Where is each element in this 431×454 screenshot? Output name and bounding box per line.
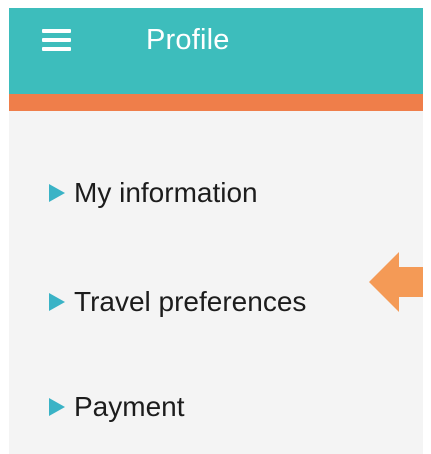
menu-item-payment[interactable]: Payment	[49, 387, 185, 427]
triangle-right-icon	[49, 184, 65, 202]
page-title: Profile	[146, 24, 230, 56]
menu-item-travel-preferences[interactable]: Travel preferences	[49, 282, 306, 322]
accent-strip	[9, 94, 423, 111]
triangle-right-icon	[49, 398, 65, 416]
menu-item-my-information[interactable]: My information	[49, 173, 258, 213]
app-bar: Profile	[9, 8, 423, 94]
menu-item-label: Travel preferences	[74, 286, 307, 317]
menu-item-label: My information	[74, 177, 258, 208]
app-screen: Profile My information Travel preference…	[9, 8, 423, 454]
menu-item-label: Payment	[74, 391, 185, 422]
left-pointing-arrow-icon	[369, 252, 423, 312]
hamburger-menu-icon[interactable]	[42, 28, 71, 52]
triangle-right-icon	[49, 293, 65, 311]
